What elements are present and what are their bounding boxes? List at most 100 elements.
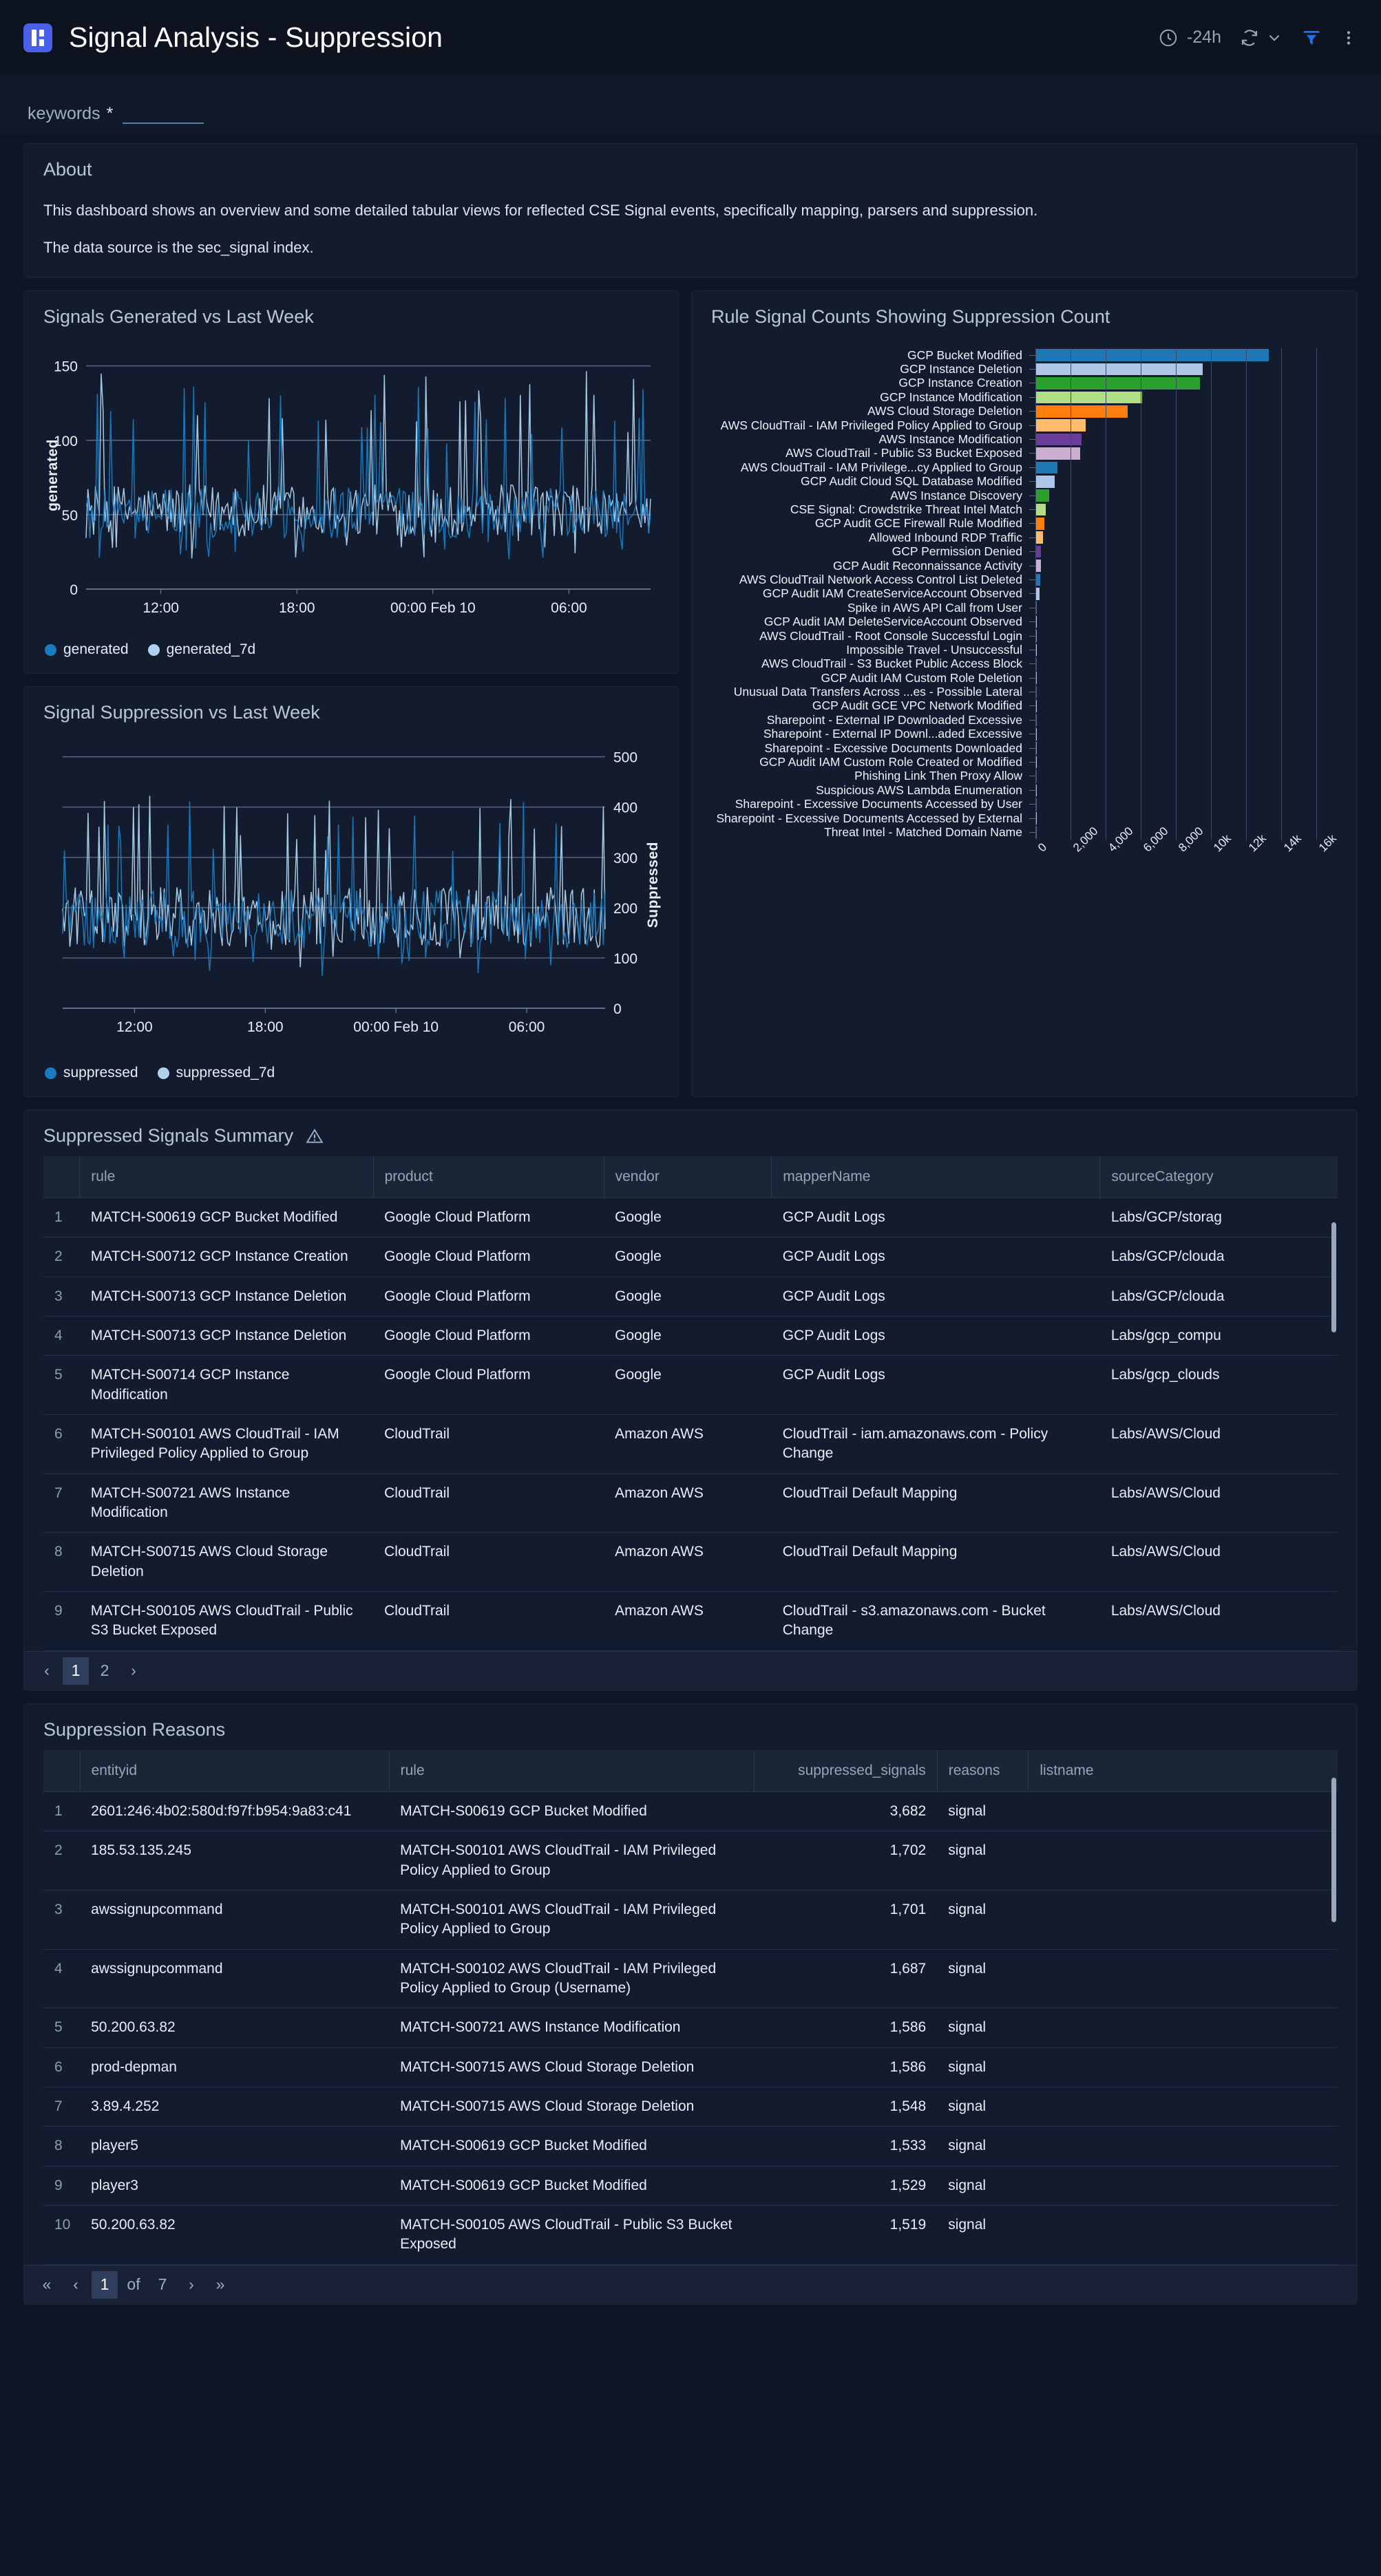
pager-page-2[interactable]: 2 xyxy=(92,1657,118,1685)
bar-row[interactable]: GCP Audit IAM Custom Role Created or Mod… xyxy=(692,755,1357,769)
barchart-body[interactable]: GCP Bucket Modified GCP Instance Deletion… xyxy=(692,330,1357,840)
bar-row[interactable]: AWS CloudTrail - IAM Privileged Policy A… xyxy=(692,418,1357,432)
table-row[interactable]: 4 awssignupcommand MATCH-S00102 AWS CloudT… xyxy=(43,1949,1338,2009)
bar-row[interactable]: GCP Audit Cloud SQL Database Modified xyxy=(692,474,1357,489)
bar-row[interactable]: AWS CloudTrail - Public S3 Bucket Expose… xyxy=(692,446,1357,460)
bar-fill[interactable] xyxy=(1035,349,1269,361)
bar-fill[interactable] xyxy=(1035,798,1037,811)
bar-fill[interactable] xyxy=(1035,770,1037,783)
bar-row[interactable]: GCP Audit IAM DeleteServiceAccount Obser… xyxy=(692,615,1357,628)
suppressed-summary-table-wrap[interactable]: rule product vendor mapperName sourceCategor… xyxy=(43,1156,1338,1651)
bar-fill[interactable] xyxy=(1035,588,1040,600)
table-row[interactable]: 2 185.53.135.245 MATCH-S00101 AWS CloudTra… xyxy=(43,1831,1338,1891)
bar-row[interactable]: CSE Signal: Crowdstrike Threat Intel Mat… xyxy=(692,502,1357,516)
bar-fill[interactable] xyxy=(1035,643,1037,657)
bar-row[interactable]: GCP Bucket Modified xyxy=(692,348,1357,362)
column-header[interactable]: vendor xyxy=(604,1156,772,1198)
column-header[interactable]: mapperName xyxy=(771,1156,1101,1198)
bar-fill[interactable] xyxy=(1035,489,1050,502)
bar-fill[interactable] xyxy=(1035,405,1128,418)
bar-row[interactable]: Sharepoint - Excessive Documents Accesse… xyxy=(692,797,1357,811)
bar-fill[interactable] xyxy=(1035,700,1037,712)
table-row[interactable]: 7 3.89.4.252 MATCH-S00715 AWS Cloud Storag… xyxy=(43,2087,1338,2127)
chart2-plot[interactable]: Suppressed 0 100 200 300 400 500 12:00 18:00 00:… xyxy=(43,732,661,1055)
bar-fill[interactable] xyxy=(1035,685,1037,699)
bar-fill[interactable] xyxy=(1035,560,1041,572)
bar-row[interactable]: GCP Permission Denied xyxy=(692,544,1357,558)
table-row[interactable]: 8 player5 MATCH-S00619 GCP Bucket Modified… xyxy=(43,2126,1338,2167)
pager-prev-button[interactable]: ‹ xyxy=(34,1657,60,1685)
bar-fill[interactable] xyxy=(1035,714,1037,727)
pager-last-button[interactable]: » xyxy=(207,2271,233,2299)
column-header[interactable]: entityid xyxy=(80,1749,390,1792)
table-row[interactable]: 4 MATCH-S00713 GCP Instance Deletion Googl… xyxy=(43,1316,1338,1356)
table-row[interactable]: 2 MATCH-S00712 GCP Instance Creation Googl… xyxy=(43,1237,1338,1277)
table-row[interactable]: 7 MATCH-S00721 AWS Instance Modification C… xyxy=(43,1473,1338,1533)
pager-current-page[interactable]: 1 xyxy=(92,2270,118,2299)
table-row[interactable]: 1 MATCH-S00619 GCP Bucket Modified Google … xyxy=(43,1197,1338,1238)
bar-row[interactable]: GCP Instance Deletion xyxy=(692,362,1357,376)
bar-fill[interactable] xyxy=(1035,657,1037,670)
pager-next-button[interactable]: › xyxy=(120,1657,147,1685)
bar-fill[interactable] xyxy=(1035,433,1082,446)
bar-fill[interactable] xyxy=(1035,518,1045,530)
column-header[interactable] xyxy=(43,1749,81,1792)
refresh-interval-button[interactable] xyxy=(1239,28,1283,48)
column-header[interactable]: sourceCategory xyxy=(1099,1156,1338,1198)
column-header[interactable]: reasons xyxy=(937,1749,1029,1792)
table-row[interactable]: 6 prod-depman MATCH-S00715 AWS Cloud Stora… xyxy=(43,2047,1338,2087)
bar-row[interactable]: GCP Instance Creation xyxy=(692,376,1357,390)
table-row[interactable]: 8 MATCH-S00715 AWS Cloud Storage Deletion… xyxy=(43,1532,1338,1593)
column-header[interactable] xyxy=(43,1156,81,1198)
bar-row[interactable]: Suspicious AWS Lambda Enumeration xyxy=(692,783,1357,797)
bar-fill[interactable] xyxy=(1035,812,1037,824)
bar-row[interactable]: AWS Instance Modification xyxy=(692,432,1357,446)
bar-fill[interactable] xyxy=(1035,503,1046,516)
pager-next-button[interactable]: › xyxy=(178,2271,204,2299)
bar-row[interactable]: AWS Cloud Storage Deletion xyxy=(692,404,1357,418)
bar-row[interactable]: Sharepoint - External IP Downloaded Exce… xyxy=(692,713,1357,727)
filter-button[interactable] xyxy=(1301,28,1322,48)
bar-row[interactable]: GCP Audit Reconnaissance Activity xyxy=(692,559,1357,573)
table-row[interactable]: 5 MATCH-S00714 GCP Instance Modification G… xyxy=(43,1355,1338,1416)
table-row[interactable]: 3 MATCH-S00713 GCP Instance Deletion Googl… xyxy=(43,1277,1338,1317)
bar-fill[interactable] xyxy=(1035,419,1086,432)
table-row[interactable]: 3 awssignupcommand MATCH-S00101 AWS CloudT… xyxy=(43,1890,1338,1950)
table-row[interactable]: 6 MATCH-S00101 AWS CloudTrail - IAM Privi… xyxy=(43,1414,1338,1474)
bar-fill[interactable] xyxy=(1035,727,1037,741)
pager-first-button[interactable]: « xyxy=(34,2271,60,2299)
legend-item-suppressed[interactable]: suppressed xyxy=(45,1065,138,1081)
bar-row[interactable]: Unusual Data Transfers Across ...es - Po… xyxy=(692,685,1357,699)
column-header[interactable]: suppressed_signals xyxy=(754,1749,938,1792)
bar-fill[interactable] xyxy=(1035,630,1037,642)
column-header[interactable]: listname xyxy=(1028,1749,1338,1792)
legend-item-generated[interactable]: generated xyxy=(45,641,129,658)
bar-fill[interactable] xyxy=(1035,756,1037,769)
bar-fill[interactable] xyxy=(1035,461,1057,474)
bar-fill[interactable] xyxy=(1035,784,1037,797)
bar-row[interactable]: GCP Instance Modification xyxy=(692,390,1357,404)
bar-row[interactable]: Spike in AWS API Call from User xyxy=(692,601,1357,615)
bar-row[interactable]: GCP Audit IAM Custom Role Deletion xyxy=(692,671,1357,685)
bar-fill[interactable] xyxy=(1035,602,1037,615)
more-options-button[interactable] xyxy=(1340,28,1358,48)
table-row[interactable]: 9 MATCH-S00105 AWS CloudTrail - Public S3… xyxy=(43,1591,1338,1651)
bar-row[interactable]: Sharepoint - Excessive Documents Accesse… xyxy=(692,811,1357,825)
table-row[interactable]: 10 50.200.63.82 MATCH-S00105 AWS CloudTrai… xyxy=(43,2205,1338,2265)
time-range-picker[interactable]: -24h xyxy=(1158,28,1221,48)
summary-vertical-scrollbar[interactable] xyxy=(1331,1222,1336,1332)
bar-row[interactable]: GCP Audit IAM CreateServiceAccount Obser… xyxy=(692,586,1357,601)
bar-row[interactable]: AWS CloudTrail Network Access Control Li… xyxy=(692,573,1357,586)
bar-fill[interactable] xyxy=(1035,475,1055,488)
pager-prev-button[interactable]: ‹ xyxy=(63,2271,89,2299)
bar-fill[interactable] xyxy=(1035,531,1043,544)
column-header[interactable]: rule xyxy=(389,1749,755,1792)
bar-fill[interactable] xyxy=(1035,545,1042,558)
bar-row[interactable]: GCP Audit GCE Firewall Rule Modified xyxy=(692,516,1357,531)
keywords-input[interactable] xyxy=(123,103,204,124)
bar-row[interactable]: GCP Audit GCE VPC Network Modified xyxy=(692,699,1357,713)
bar-fill[interactable] xyxy=(1035,377,1201,390)
bar-fill[interactable] xyxy=(1035,573,1040,586)
chart1-plot[interactable]: generated 0 50 100 150 12:00 18:00 00:00 Feb 1… xyxy=(43,336,659,632)
table-row[interactable]: 9 player3 MATCH-S00619 GCP Bucket Modified… xyxy=(43,2166,1338,2206)
